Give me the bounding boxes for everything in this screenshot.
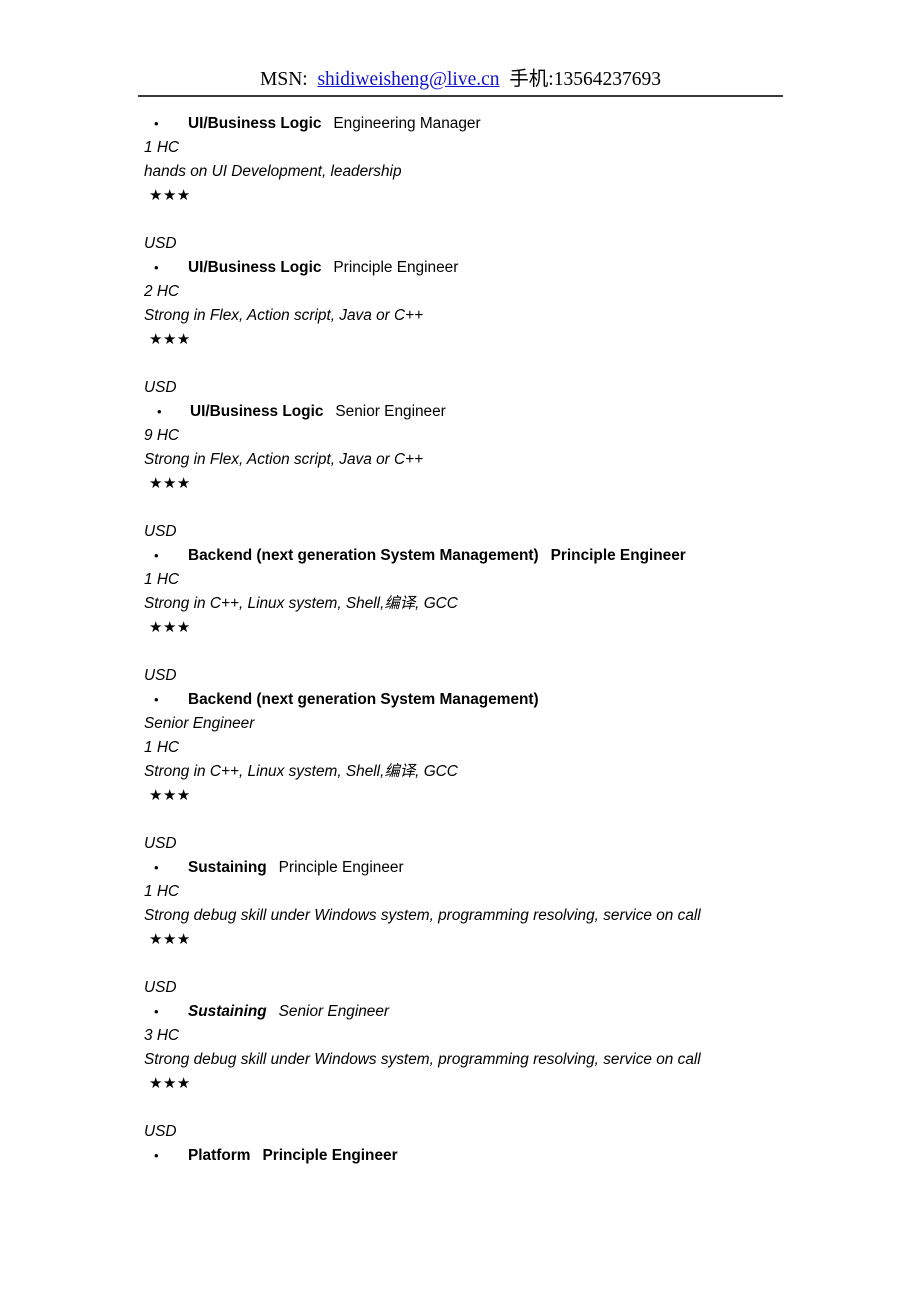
job-entry: • Sustaining Principle Engineer 1 HC Strong … [0,856,920,1000]
department-label: UI/Business Logic [188,115,322,132]
job-entry-heading: • Platform Principle Engineer [0,1144,920,1168]
bullet-icon: • [157,404,162,419]
priority-rating-stars: ★★★ [149,1075,191,1092]
department-label: UI/Business Logic [190,403,324,420]
page-header: MSN: shidiweisheng@live.cn 手机:1356423769… [138,62,783,91]
requirement-text: Strong in Flex, Action script, Java or C… [144,307,424,324]
role-title: Senior Engineer [335,403,446,420]
role-title: Engineering Manager [333,115,481,132]
department-label: Sustaining [188,859,267,876]
priority-rating-stars: ★★★ [149,619,191,636]
phone-number: 手机:13564237693 [509,69,661,90]
msn-email-link[interactable]: shidiweisheng@live.cn [317,69,499,90]
job-entry: • Sustaining Senior Engineer 3 HC Strong deb… [0,1000,920,1144]
currency-label: USD [144,667,177,684]
requirement-text: Strong in C++, Linux system, Shell,编译, G… [144,595,458,612]
bullet-icon: • [154,260,159,275]
department-label: Backend (next generation System Manageme… [188,547,539,564]
currency-label: USD [144,835,177,852]
bullet-icon: • [154,116,159,131]
currency-label: USD [144,979,177,996]
priority-rating-stars: ★★★ [149,187,191,204]
msn-label: MSN: [260,69,308,90]
headcount-label: 1 HC [144,739,180,756]
job-entry-heading: • Sustaining Senior Engineer [0,1000,920,1024]
department-label: Platform [188,1147,251,1164]
role-title: Senior Engineer [144,715,255,732]
currency-label: USD [144,379,177,396]
bullet-icon: • [154,548,159,563]
department-label: Sustaining [188,1003,267,1020]
requirement-text: Strong in Flex, Action script, Java or C… [144,451,424,468]
job-entry-heading: • Backend (next generation System Managem… [0,688,920,712]
bullet-icon: • [154,1004,159,1019]
department-label: UI/Business Logic [188,259,322,276]
requirement-text: Strong debug skill under Windows system,… [144,907,701,924]
priority-rating-stars: ★★★ [149,787,191,804]
priority-rating-stars: ★★★ [149,331,191,348]
job-entry-heading: • Sustaining Principle Engineer [0,856,920,880]
job-entry: • UI/Business Logic Principle Engineer 2 HC… [0,256,920,400]
headcount-label: 3 HC [144,1027,180,1044]
bullet-icon: • [154,1148,159,1163]
role-title: Senior Engineer [278,1003,390,1020]
bullet-icon: • [154,692,159,707]
job-entry: • UI/Business Logic Senior Engineer 9 HC Str… [0,400,920,544]
job-entry: • Platform Principle Engineer [0,1144,920,1168]
department-label: Backend (next generation System Manageme… [188,691,539,708]
job-entry-heading: • UI/Business Logic Principle Engineer [0,256,920,280]
document-page: MSN: shidiweisheng@live.cn 手机:1356423769… [0,0,920,1302]
requirement-text: Strong debug skill under Windows system,… [144,1051,701,1068]
priority-rating-stars: ★★★ [149,475,191,492]
role-title: Principle Engineer [550,547,686,564]
job-entry-heading: • UI/Business Logic Engineering Manager [0,112,920,136]
job-listing-list: • UI/Business Logic Engineering Manager 1 H… [0,112,920,1168]
currency-label: USD [144,523,177,540]
priority-rating-stars: ★★★ [149,931,191,948]
requirement-text: hands on UI Development, leadership [144,163,402,180]
headcount-label: 9 HC [144,427,180,444]
currency-label: USD [144,235,177,252]
headcount-label: 2 HC [144,283,180,300]
role-title: Principle Engineer [278,859,404,876]
job-entry-heading: • UI/Business Logic Senior Engineer [0,400,920,424]
job-entry: • UI/Business Logic Engineering Manager 1 H… [0,112,920,256]
job-entry-heading: • Backend (next generation System Managem… [0,544,920,568]
role-title: Principle Engineer [333,259,459,276]
job-entry: • Backend (next generation System Managem… [0,688,920,856]
role-title: Principle Engineer [262,1147,398,1164]
currency-label: USD [144,1123,177,1140]
header-divider [138,95,783,97]
bullet-icon: • [154,860,159,875]
headcount-label: 1 HC [144,571,180,588]
job-entry: • Backend (next generation System Managem… [0,544,920,688]
headcount-label: 1 HC [144,139,180,156]
headcount-label: 1 HC [144,883,180,900]
requirement-text: Strong in C++, Linux system, Shell,编译, G… [144,763,458,780]
